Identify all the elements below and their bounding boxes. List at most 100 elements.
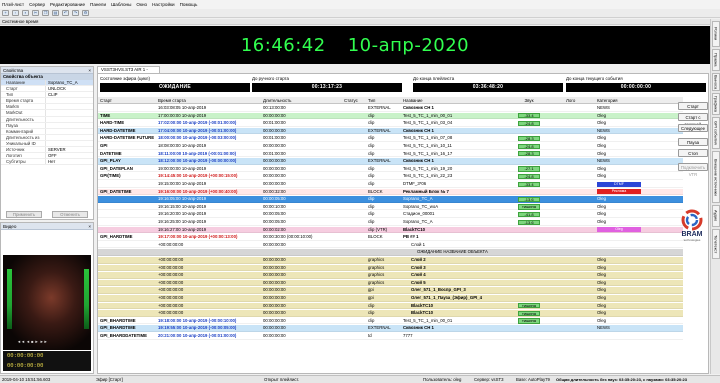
playlist-row[interactable]: 19:16:15:00 10-апр-2019 00:00:10:00 clip So…: [98, 203, 683, 211]
paste-button[interactable]: ▤: [52, 10, 59, 16]
property-value[interactable]: Нет: [45, 159, 93, 165]
col-logo[interactable]: Лого: [566, 97, 596, 104]
playlist-row[interactable]: GPI_HARDTIME 19:17:00:00 10-апр-2019 (+00…: [98, 234, 683, 241]
playlist-row[interactable]: +00:00:00:00 00:00:00:00 gpi Олег_571_1_Пау…: [98, 295, 683, 302]
open-playlist-button[interactable]: ▫: [12, 10, 19, 16]
playlist-row[interactable]: GPI_DATEPLAN 19:00:00:00 10-апр-2019 00:00…: [98, 165, 683, 173]
playlist-row[interactable]: GPI_BHARDDATETIME 20:21:00:00 10-апр-2019…: [98, 333, 683, 340]
settings-button[interactable]: ⚙: [82, 10, 89, 16]
playlist-row[interactable]: 19:15:00:00 10-апр-2019 00:00:00:00 clip DT…: [98, 181, 683, 188]
col-name[interactable]: Название: [403, 97, 518, 104]
playlist-row[interactable]: DATETIME 18:11:00:00 10-апр-2019 (-00:01:…: [98, 150, 683, 158]
side-tab[interactable]: Выноса: [712, 73, 720, 91]
playlist-row[interactable]: GPI_BHARDTIME 19:19:55:00 10-апр-2019 (-0…: [98, 325, 683, 332]
side-tab[interactable]: Телетекст: [712, 229, 720, 259]
undo-button[interactable]: ↶: [62, 10, 69, 16]
playlist-row[interactable]: GPI_DATETIME 19:16:00:00 10-апр-2019 (+00…: [98, 188, 683, 196]
property-value[interactable]: [45, 140, 93, 147]
cut-button[interactable]: ✂: [32, 10, 39, 16]
video-preview[interactable]: ◄◄ ◄ ■ ► ►►: [3, 255, 91, 350]
playlist-row[interactable]: HARD-TIME 17:02:00:00 10-апр-2019 (-00:01…: [98, 120, 683, 127]
close-icon[interactable]: ×: [88, 67, 91, 73]
row-type: clip: [368, 112, 375, 118]
playlist-tab[interactable]: VSST3HVS.ST3 AIR 1 - "Test_001": [97, 66, 160, 78]
menu-item[interactable]: Окно: [136, 2, 147, 7]
row-name: DTMF_3*06: [403, 181, 427, 186]
property-value[interactable]: OFF: [45, 153, 93, 159]
playlist-row[interactable]: +00:00:00:00 00:00:00:00 Слой 1: [98, 241, 683, 249]
transport-controls[interactable]: ◄◄ ◄ ■ ► ►►: [17, 339, 48, 344]
col-sound[interactable]: Звук: [518, 97, 540, 104]
playlist-row[interactable]: +00:00:00:00 00:00:00:00 graphics Слой 4 Ole…: [98, 272, 683, 279]
property-value[interactable]: [45, 110, 93, 116]
new-playlist-button[interactable]: +: [2, 10, 9, 16]
col-category[interactable]: Категория: [597, 97, 641, 104]
side-tab[interactable]: Правка: [712, 49, 720, 71]
row-start-time: 17:00:00:00 10-апр-2019: [158, 112, 207, 118]
side-tab[interactable]: Аудио: [712, 205, 720, 227]
playlist-row[interactable]: 19:16:25:00 10-апр-2019 00:00:05:00 clip So…: [98, 219, 683, 226]
property-value[interactable]: SERVER: [45, 147, 93, 153]
col-start-time[interactable]: Время старта: [158, 97, 256, 104]
playlist-row[interactable]: +00:00:00:00 00:00:00:00 clip BlackTC10 тиши…: [98, 302, 683, 310]
row-duration: 00:00:05:00: [263, 219, 286, 224]
next-button[interactable]: Следующее: [678, 124, 708, 132]
stop-button[interactable]: Стоп: [678, 149, 708, 157]
playlist-row[interactable]: TIME 17:00:00:00 10-апр-2019 00:00:00:00 cl…: [98, 112, 683, 120]
playlist-row[interactable]: GPI 18:08:00:00 10-апр-2019 00:00:00:00 cli…: [98, 143, 683, 150]
property-value[interactable]: CLIP: [45, 92, 93, 98]
playlist-row[interactable]: HARD-DATETIME FUTURE 18:00:00:00 10-апр-2…: [98, 135, 683, 142]
save-playlist-button[interactable]: ▪: [22, 10, 29, 16]
playlist-row[interactable]: +00:00:00:00 00:00:00:00 clip BlackTC10 тиши…: [98, 310, 683, 317]
row-sound: тишина: [518, 310, 540, 316]
property-value[interactable]: [45, 122, 93, 128]
property-value[interactable]: [45, 98, 93, 104]
playlist-row[interactable]: GPI(TIME) 19:14:45:00 10-апр-2019 (+00:00…: [98, 173, 683, 180]
start-current-button[interactable]: Старт с текущей: [678, 113, 708, 127]
copy-button[interactable]: ❐: [42, 10, 49, 16]
playlist-row[interactable]: +00:00:00:00 00:00:00:00 graphics Слой 3 Ole…: [98, 264, 683, 272]
col-duration[interactable]: Длительность: [263, 97, 345, 104]
apply-button[interactable]: Применить: [6, 211, 42, 218]
playlist-row[interactable]: 19:16:20:00 10-апр-2019 00:00:05:00 clip Ст…: [98, 211, 683, 218]
playlist-row[interactable]: 16:03:08:05 10-апр-2019 00:13:00:00 EXTERN…: [98, 105, 683, 112]
playlist-row[interactable]: HARD-DATETIME 17:04:00:00 10-апр-2019 (-0…: [98, 127, 683, 135]
col-type[interactable]: Тип: [368, 97, 404, 104]
menu-item[interactable]: Шаблоны: [111, 2, 131, 7]
playlist-row[interactable]: +00:00:00:00 00:00:00:00 graphics Слой 2 Ole…: [98, 257, 683, 264]
start-button[interactable]: Старт: [678, 102, 708, 110]
pause-button[interactable]: Пауза: [678, 138, 708, 146]
playlist-row[interactable]: +00:00:00:00 00:00:00:00 graphics Слой 5 Ole…: [98, 279, 683, 287]
menu-item[interactable]: Плэй-лист: [2, 2, 24, 7]
side-tab[interactable]: Ролики: [712, 21, 720, 47]
property-value[interactable]: Soprano_TC_A: [45, 80, 93, 86]
property-row[interactable]: Субтитры Нет: [1, 159, 93, 166]
property-value[interactable]: [45, 104, 93, 110]
menu-item[interactable]: Сервер: [29, 2, 45, 7]
property-value[interactable]: [45, 134, 93, 140]
close-icon[interactable]: ×: [88, 223, 91, 229]
playlist-row[interactable]: 19:16:05:00 10-апр-2019 00:00:05:00 clip So…: [98, 196, 683, 203]
row-sound: -41.8: [518, 211, 540, 218]
playlist-row[interactable]: 19:16:27:00 10-апр-2019 00:00:02:00 clip (…: [98, 226, 683, 234]
side-tab[interactable]: GPI события: [712, 117, 720, 149]
connect-vtr-button[interactable]: Подключить VTR: [678, 163, 708, 177]
menu-item[interactable]: Помощь: [180, 2, 198, 7]
menu-item[interactable]: Панели: [90, 2, 106, 7]
col-status[interactable]: Статус: [344, 97, 364, 104]
menu-item[interactable]: Редактирование: [50, 2, 85, 7]
playlist-row[interactable]: GPI_PLAY 18:12:00:00 10-апр-2019 (-00:00:…: [98, 158, 683, 165]
playlist-row[interactable]: +00:00:00:00 00:00:00:00 gpi Олег_571_1_Вос…: [98, 287, 683, 294]
side-tab[interactable]: Графика: [712, 93, 720, 115]
property-value[interactable]: [45, 128, 93, 134]
row-duration: 00:01:00:00: [263, 150, 286, 156]
menu-item[interactable]: Настройки: [152, 2, 175, 7]
playlist-row[interactable]: ОЖИДАНИЕ НАЗВАНИЕ ОБЪЕКТА: [98, 249, 683, 256]
redo-button[interactable]: ↷: [72, 10, 79, 16]
col-start[interactable]: Старт: [100, 97, 156, 104]
property-value[interactable]: UNLOCK: [45, 86, 93, 92]
playlist-row[interactable]: GPI_BHARDTIME 19:18:00:00 10-апр-2019 (-0…: [98, 317, 683, 325]
property-value[interactable]: [45, 116, 93, 122]
side-tab[interactable]: Внешние источники: [712, 151, 720, 203]
cancel-button[interactable]: Отменить: [52, 211, 88, 218]
